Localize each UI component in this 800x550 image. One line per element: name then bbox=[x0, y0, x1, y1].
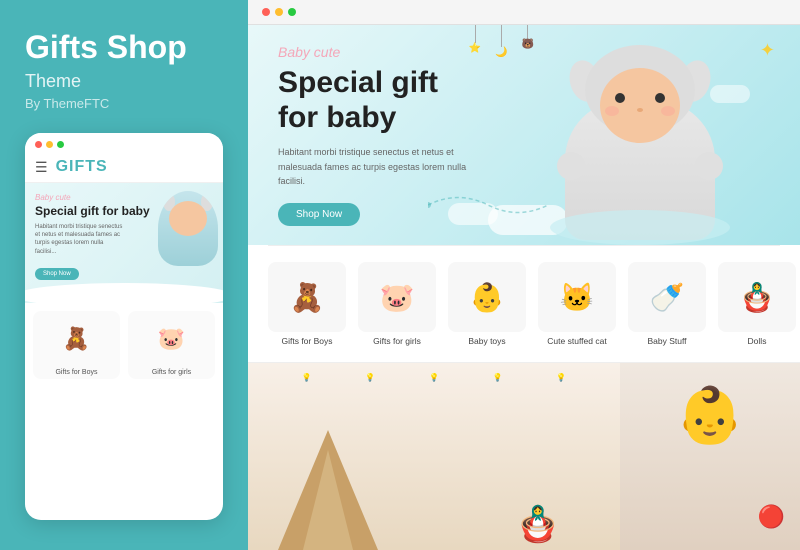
mobile-dot-red bbox=[35, 141, 42, 148]
desktop-browser-topbar bbox=[248, 0, 800, 25]
baby-eye-right bbox=[655, 93, 665, 103]
doll-figure: 🪆 bbox=[516, 504, 560, 545]
baby-cheek-left bbox=[605, 106, 619, 116]
desktop-hero-tag: Baby cute bbox=[278, 44, 478, 60]
list-item[interactable]: 🐷 Gifts for girls bbox=[128, 311, 215, 379]
desktop-dot-green bbox=[288, 8, 296, 16]
baby-paw-right bbox=[695, 152, 723, 180]
product-name: Cute stuffed cat bbox=[547, 336, 606, 346]
baby-close-up: 👶 🔴 bbox=[620, 363, 800, 550]
desktop-hero: ⭐ 🌙 🐻 ✦ Baby cute Special gift for baby bbox=[248, 25, 800, 245]
product-image: 🪆 bbox=[718, 262, 796, 332]
product-name: Baby toys bbox=[468, 336, 505, 346]
baby-cloud-base bbox=[550, 210, 730, 245]
left-panel: Gifts Shop Theme By ThemeFTC ☰ GIFTS Bab… bbox=[0, 0, 248, 550]
product-image: 🐷 bbox=[358, 262, 436, 332]
fairy-lights: 💡 💡 💡 💡 💡 bbox=[248, 373, 620, 382]
baby-cheek-right bbox=[661, 106, 675, 116]
mobile-products: 🧸 Gifts for Boys 🐷 Gifts for girls bbox=[25, 303, 223, 387]
mobile-dot-green bbox=[57, 141, 64, 148]
product-image: 🧸 bbox=[268, 262, 346, 332]
mobile-product-label: Gifts for girls bbox=[128, 366, 215, 379]
baby-face-emoji: 👶 bbox=[676, 383, 744, 448]
list-item[interactable]: 👶 Baby toys bbox=[448, 262, 526, 346]
mobile-hero-desc: Habitant morbi tristique senectus et net… bbox=[35, 223, 125, 257]
right-panel: ⭐ 🌙 🐻 ✦ Baby cute Special gift for baby bbox=[248, 0, 800, 550]
baby-eye-left bbox=[615, 93, 625, 103]
bottom-banner-right: 👶 🔴 bbox=[620, 363, 800, 550]
list-item[interactable]: 🧸 Gifts for Boys bbox=[268, 262, 346, 346]
mobile-product-label: Gifts for Boys bbox=[33, 366, 120, 379]
brand-subtitle: Theme bbox=[25, 71, 223, 92]
mobile-dot-yellow bbox=[46, 141, 53, 148]
mobile-hero: Baby cute Special gift for baby Habitant… bbox=[25, 183, 223, 303]
mobile-baby-figure bbox=[158, 191, 218, 266]
mobile-logo: GIFTS bbox=[56, 158, 108, 176]
baby-face bbox=[600, 68, 680, 143]
product-image: 🐱 bbox=[538, 262, 616, 332]
desktop-hero-title: Special gift for baby bbox=[278, 66, 478, 135]
desktop-shop-now-button[interactable]: Shop Now bbox=[278, 203, 360, 226]
brand-author: By ThemeFTC bbox=[25, 96, 223, 111]
product-name: Gifts for Boys bbox=[281, 336, 332, 346]
product-image: 👶 bbox=[448, 262, 526, 332]
mobile-mockup: ☰ GIFTS Baby cute Special gift for baby … bbox=[25, 133, 223, 520]
list-item[interactable]: 🐱 Cute stuffed cat bbox=[538, 262, 616, 346]
product-name: Dolls bbox=[748, 336, 767, 346]
product-name: Baby Stuff bbox=[647, 336, 686, 346]
product-name: Gifts for girls bbox=[373, 336, 421, 346]
product-image: 🍼 bbox=[628, 262, 706, 332]
desktop-hero-content: Baby cute Special gift for baby Habitant… bbox=[248, 25, 508, 245]
hamburger-icon[interactable]: ☰ bbox=[35, 159, 48, 176]
mobile-shop-now-button[interactable]: Shop Now bbox=[35, 268, 79, 280]
list-item[interactable]: 🍼 Baby Stuff bbox=[628, 262, 706, 346]
mobile-header: ☰ GIFTS bbox=[25, 152, 223, 183]
list-item[interactable]: 🐷 Gifts for girls bbox=[358, 262, 436, 346]
desktop-products-section: 🧸 Gifts for Boys 🐷 Gifts for girls 👶 Bab… bbox=[248, 246, 800, 362]
desktop-bottom-banner: 🪆 💡 💡 💡 💡 💡 👶 🔴 bbox=[248, 362, 800, 550]
desktop-baby-figure bbox=[535, 30, 745, 240]
mobile-browser-topbar bbox=[25, 133, 223, 152]
list-item[interactable]: 🧸 Gifts for Boys bbox=[33, 311, 120, 379]
baby-nose bbox=[637, 108, 643, 112]
mobile-product-image: 🧸 bbox=[33, 311, 120, 366]
desktop-dot-yellow bbox=[275, 8, 283, 16]
room-scene: 🪆 💡 💡 💡 💡 💡 bbox=[248, 363, 620, 550]
baby-paw-left bbox=[557, 152, 585, 180]
mobile-cloud-bottom bbox=[25, 283, 223, 303]
brand-title: Gifts Shop bbox=[25, 30, 223, 65]
mobile-product-image: 🐷 bbox=[128, 311, 215, 366]
list-item[interactable]: 🪆 Dolls bbox=[718, 262, 796, 346]
bottom-banner-left: 🪆 💡 💡 💡 💡 💡 bbox=[248, 363, 620, 550]
desktop-products-grid: 🧸 Gifts for Boys 🐷 Gifts for girls 👶 Bab… bbox=[268, 262, 780, 346]
mobile-baby-face bbox=[169, 201, 207, 236]
desktop-hero-desc: Habitant morbi tristique senectus et net… bbox=[278, 145, 478, 188]
toy-ring: 🔴 bbox=[758, 504, 785, 530]
desktop-dot-red bbox=[262, 8, 270, 16]
